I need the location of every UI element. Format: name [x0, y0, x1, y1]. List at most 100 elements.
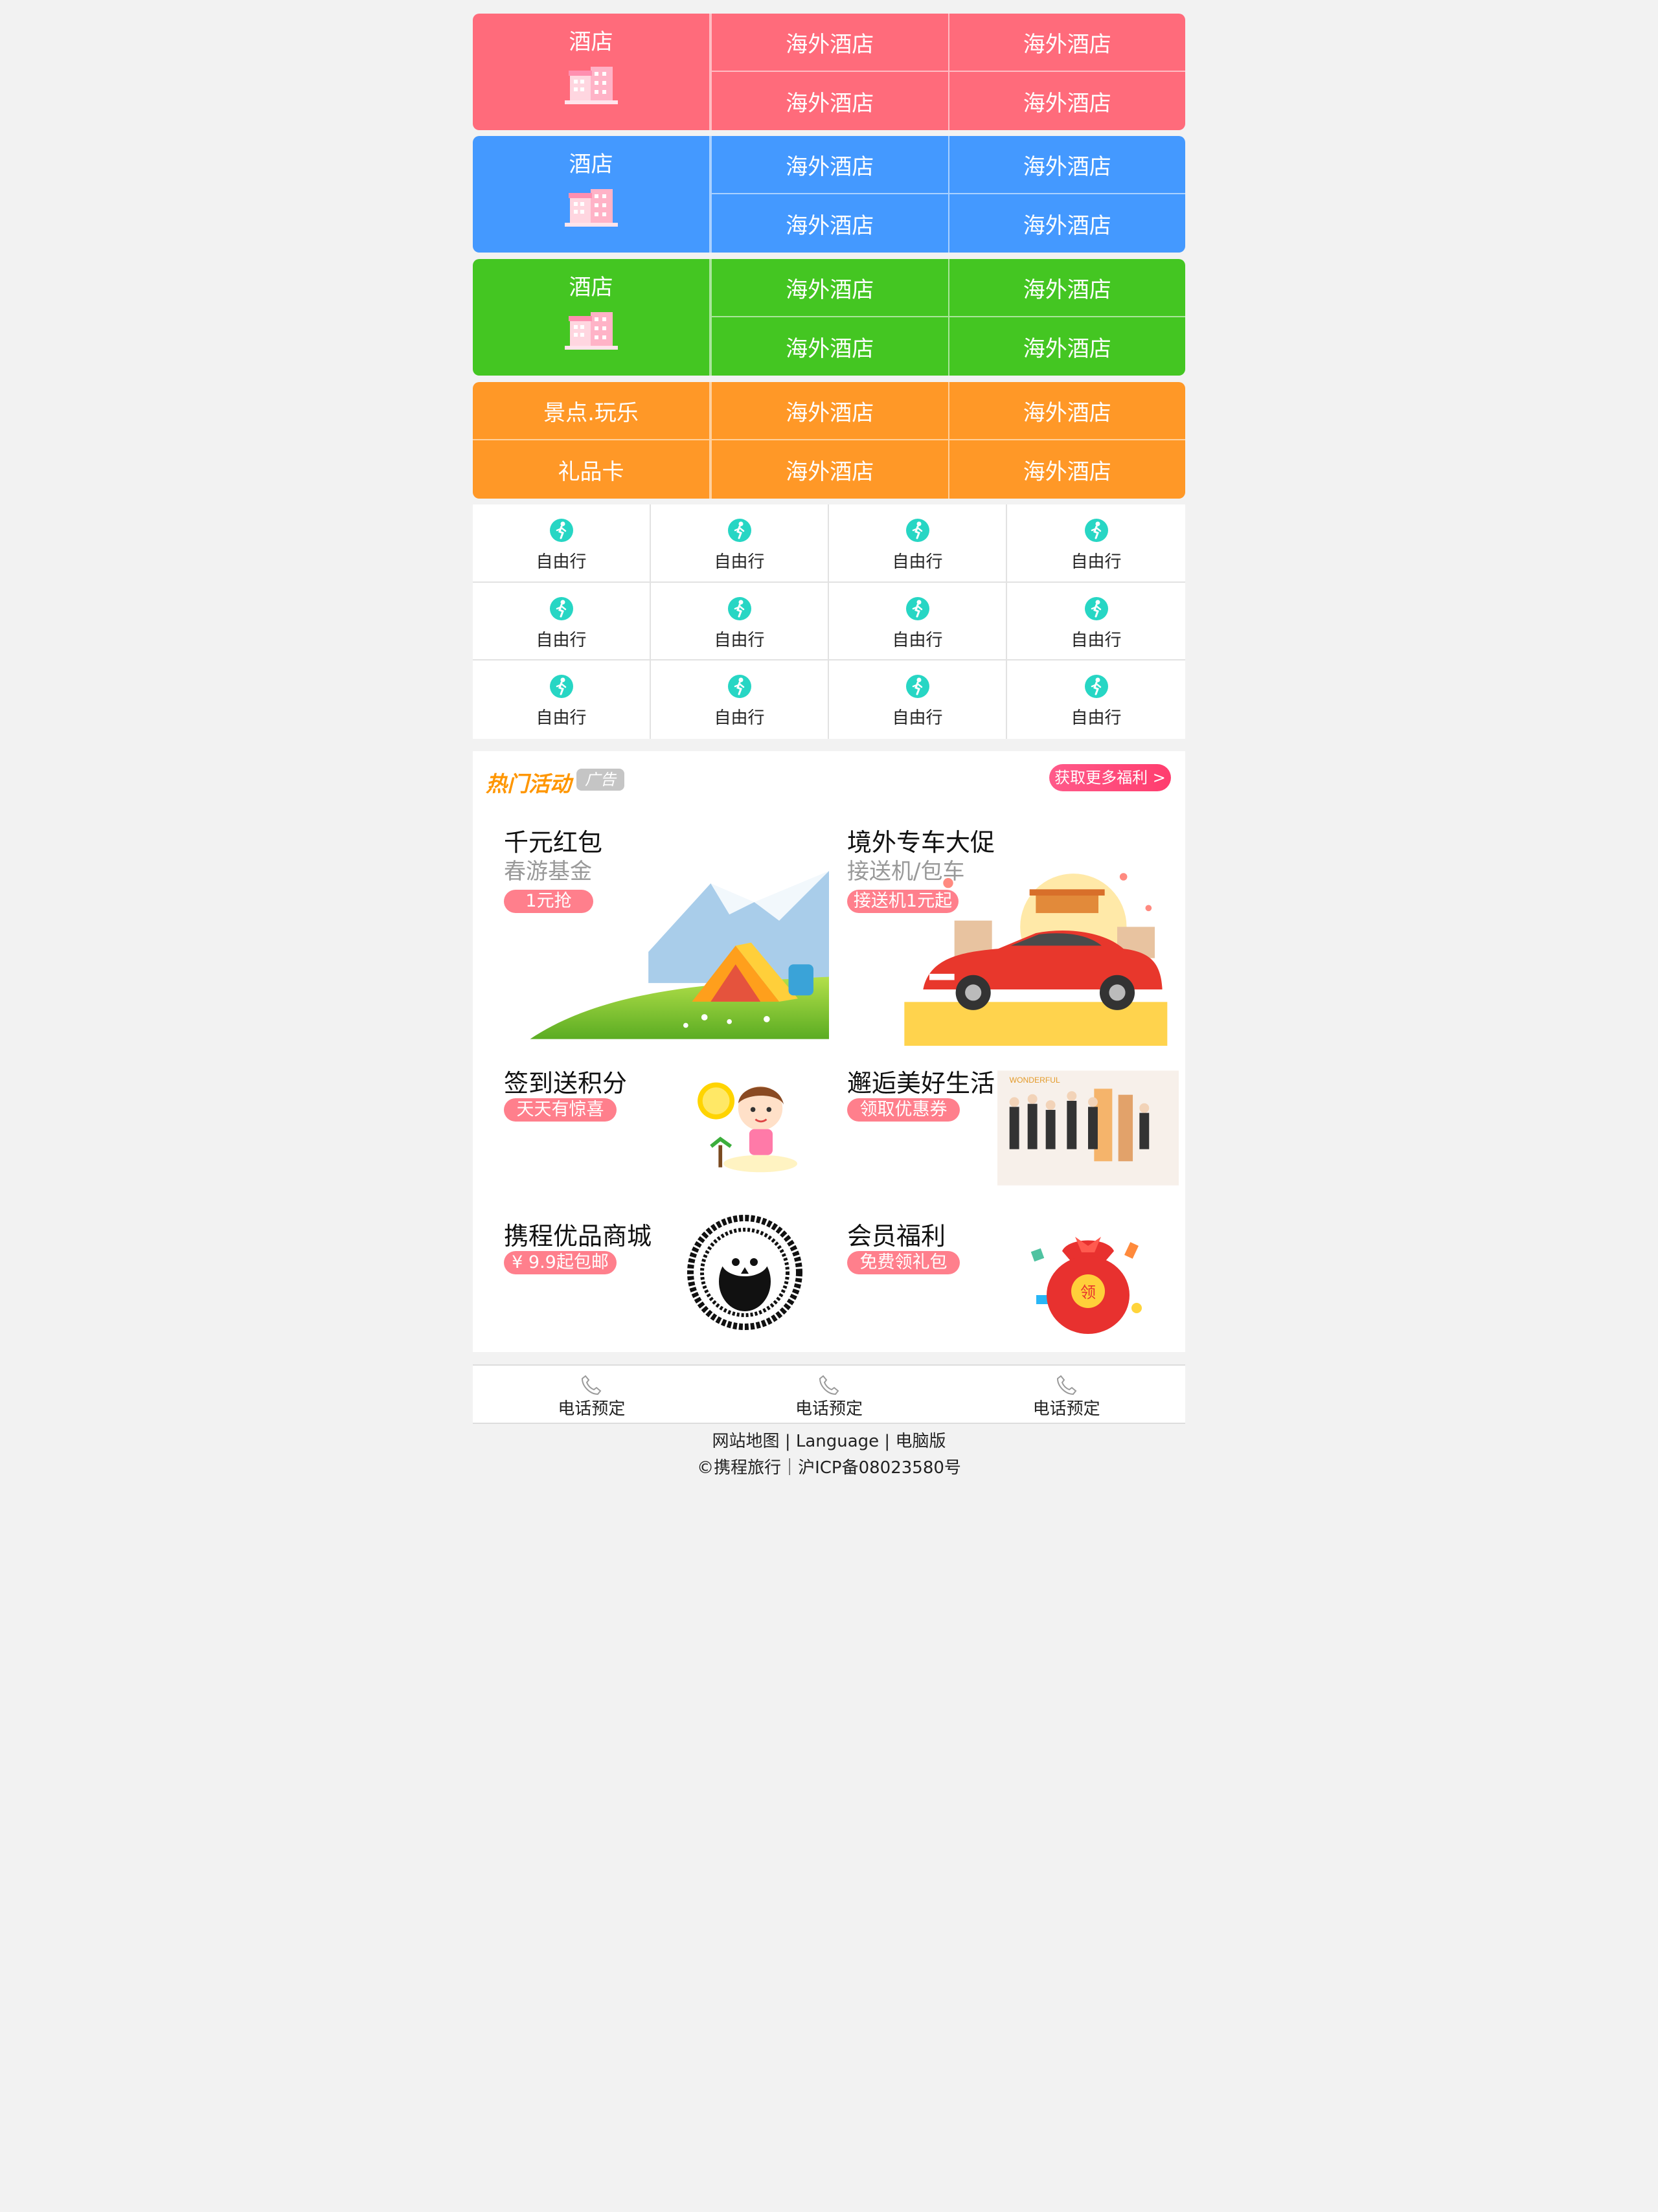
free-travel-item[interactable]: 自由行 — [473, 582, 651, 661]
tile-badge: ¥ 9.9起包邮 — [504, 1251, 617, 1274]
phone-booking-button[interactable]: 电话预定 — [473, 1366, 710, 1423]
free-travel-label: 自由行 — [714, 630, 765, 650]
ad-tag: 广告 — [576, 769, 624, 791]
overseas-hotel-link[interactable]: 海外酒店 — [948, 382, 1185, 440]
tile-title: 会员福利 — [847, 1222, 946, 1250]
phone-booking-label: 电话预定 — [795, 1399, 863, 1419]
free-travel-item[interactable]: 自由行 — [1007, 504, 1185, 583]
overseas-hotel-link[interactable]: 海外酒店 — [948, 317, 1186, 376]
free-travel-label: 自由行 — [892, 552, 943, 572]
free-travel-label: 自由行 — [1071, 630, 1122, 650]
phone-booking-label: 电话预定 — [1032, 1399, 1100, 1419]
overseas-hotel-link[interactable]: 海外酒店 — [710, 382, 948, 440]
tile-title: 携程优品商城 — [504, 1222, 652, 1250]
desktop-version-link[interactable]: 电脑版 — [895, 1428, 946, 1452]
overseas-hotel-link[interactable]: 海外酒店 — [710, 72, 948, 130]
overseas-hotel-link[interactable]: 海外酒店 — [948, 136, 1185, 194]
hotel-building-icon — [564, 67, 618, 104]
hotel-building-icon — [564, 312, 618, 350]
overseas-hotel-link[interactable]: 海外酒店 — [710, 259, 948, 317]
free-travel-label: 自由行 — [714, 552, 765, 572]
footer-links: 网站地图 | Language | 电脑版 — [473, 1428, 1185, 1452]
free-travel-label: 自由行 — [892, 708, 943, 728]
phone-booking-label: 电话预定 — [558, 1399, 626, 1419]
attractions-link[interactable]: 景点.玩乐 — [473, 382, 710, 440]
overseas-hotel-link[interactable]: 海外酒店 — [948, 259, 1185, 317]
tile-badge: 天天有惊喜 — [504, 1098, 617, 1122]
free-travel-item[interactable]: 自由行 — [651, 582, 829, 661]
free-travel-item[interactable]: 自由行 — [829, 582, 1007, 661]
overseas-hotel-link[interactable]: 海外酒店 — [948, 440, 1186, 499]
phone-booking-button[interactable]: 电话预定 — [948, 1366, 1185, 1423]
hotel-title: 酒店 — [569, 152, 613, 177]
walker-icon — [549, 519, 573, 542]
free-travel-label: 自由行 — [536, 552, 587, 572]
overseas-hotel-link[interactable]: 海外酒店 — [710, 440, 948, 499]
owl-logo-illustration — [687, 1215, 802, 1330]
hotel-title: 酒店 — [569, 29, 613, 55]
free-travel-item[interactable]: 自由行 — [473, 660, 651, 739]
category-block-hotel-3: 酒店 海外酒店 海外酒店 海外酒店 海外酒店 — [473, 259, 1185, 376]
free-travel-item[interactable]: 自由行 — [1007, 583, 1185, 661]
overseas-hotel-link[interactable]: 海外酒店 — [948, 14, 1185, 72]
gift-bag-illustration: 领 — [1030, 1237, 1142, 1334]
walker-icon — [905, 519, 929, 542]
walker-icon — [1084, 596, 1108, 620]
free-travel-grid: 自由行 自由行 自由行 自由行 自由行 自由行 自由行 自由行 自由行 自由行 自由行 自由行 — [473, 504, 1185, 739]
hot-activities-panel: 热门活动 广告 获取更多福利 > 千元红包 春游基金 1元抢 境外专车大促 接送… — [473, 751, 1185, 1352]
more-benefits-button[interactable]: 获取更多福利 > — [1049, 764, 1171, 791]
overseas-hotel-link[interactable]: 海外酒店 — [710, 136, 948, 194]
walker-icon — [549, 596, 573, 620]
tile-title: 签到送积分 — [504, 1069, 628, 1098]
free-travel-label: 自由行 — [892, 630, 943, 650]
gift-card-link[interactable]: 礼品卡 — [473, 440, 710, 499]
free-travel-item[interactable]: 自由行 — [829, 504, 1007, 583]
free-travel-item[interactable]: 自由行 — [1007, 660, 1185, 739]
gift-badge-text: 领 — [1080, 1283, 1096, 1302]
site-map-link[interactable]: 网站地图 — [712, 1428, 780, 1452]
overseas-hotel-link[interactable]: 海外酒店 — [710, 194, 948, 253]
hotel-entry[interactable]: 酒店 — [473, 14, 710, 130]
overseas-hotel-link[interactable]: 海外酒店 — [948, 72, 1186, 130]
free-travel-label: 自由行 — [1071, 552, 1122, 572]
footer-separator: | — [884, 1432, 891, 1451]
phone-icon — [1056, 1375, 1077, 1395]
hotel-title: 酒店 — [569, 275, 613, 300]
free-travel-item[interactable]: 自由行 — [651, 504, 829, 583]
tile-title: 境外专车大促 — [847, 828, 995, 857]
free-travel-label: 自由行 — [536, 630, 587, 650]
overseas-hotel-link[interactable]: 海外酒店 — [710, 14, 948, 72]
group-poster-illustration: WONDERFUL — [997, 1070, 1179, 1186]
phone-booking-button[interactable]: 电话预定 — [710, 1366, 948, 1423]
free-travel-label: 自由行 — [1071, 708, 1122, 728]
category-block-hotel-1: 酒店 海外酒店 海外酒店 海外酒店 海外酒店 — [473, 14, 1185, 130]
free-travel-item[interactable]: 自由行 — [651, 660, 829, 739]
tile-title: 千元红包 — [504, 828, 603, 857]
poster-text: WONDERFUL — [1010, 1076, 1060, 1085]
phone-booking-bar: 电话预定 电话预定 电话预定 — [473, 1364, 1185, 1424]
free-travel-item[interactable]: 自由行 — [473, 504, 651, 583]
hotel-building-icon — [564, 189, 618, 227]
phone-icon — [582, 1375, 602, 1395]
overseas-hotel-link[interactable]: 海外酒店 — [710, 317, 948, 376]
tile-badge: 领取优惠券 — [847, 1098, 960, 1122]
hotel-entry[interactable]: 酒店 — [473, 259, 710, 376]
free-travel-label: 自由行 — [714, 708, 765, 728]
hot-activities-title: 热门活动 — [486, 771, 571, 796]
tile-badge: 免费领礼包 — [847, 1251, 960, 1274]
walker-icon — [727, 596, 751, 620]
category-block-attractions: 景点.玩乐 海外酒店 海外酒店 礼品卡 海外酒店 海外酒店 — [473, 382, 1185, 499]
free-travel-item[interactable]: 自由行 — [829, 660, 1007, 739]
phone-icon — [819, 1375, 839, 1395]
walker-icon — [905, 675, 929, 699]
walker-icon — [905, 596, 929, 620]
hotel-entry[interactable]: 酒店 — [473, 136, 710, 253]
walker-icon — [1084, 675, 1108, 699]
tile-title: 邂逅美好生活 — [847, 1069, 995, 1098]
walker-icon — [549, 675, 573, 699]
free-travel-label: 自由行 — [536, 708, 587, 728]
overseas-hotel-link[interactable]: 海外酒店 — [948, 194, 1186, 253]
language-link[interactable]: Language — [796, 1432, 879, 1451]
girl-coin-illustration — [698, 1082, 797, 1173]
category-block-hotel-2: 酒店 海外酒店 海外酒店 海外酒店 海外酒店 — [473, 136, 1185, 253]
